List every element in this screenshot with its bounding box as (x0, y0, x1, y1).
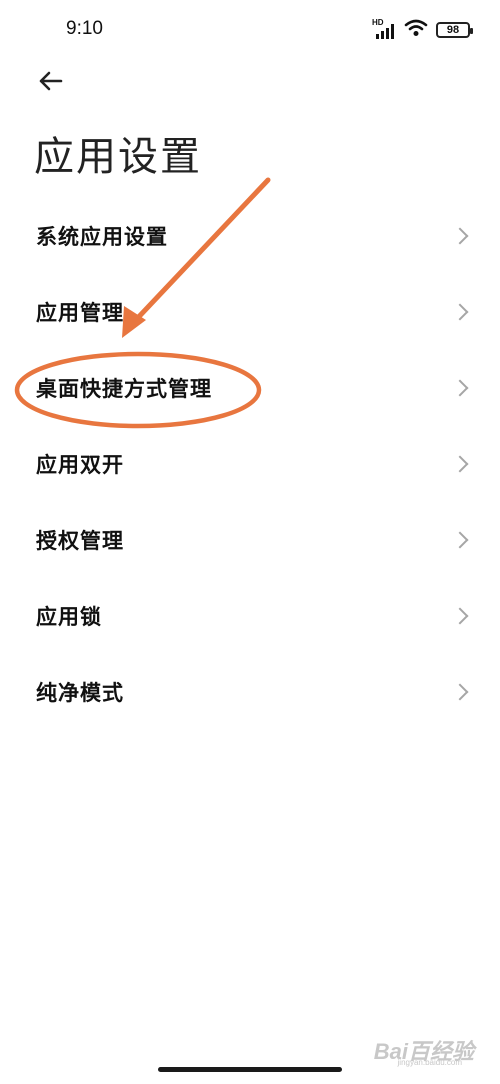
settings-item-label: 授权管理 (36, 529, 124, 553)
settings-item-app-lock[interactable]: 应用锁 (0, 578, 500, 654)
settings-item-app-management[interactable]: 应用管理 (0, 274, 500, 350)
battery-level: 98 (446, 23, 460, 36)
settings-item-desktop-shortcuts[interactable]: 桌面快捷方式管理 (0, 350, 500, 426)
watermark-subtext: jingyan.baidu.com (397, 1058, 462, 1067)
status-bar: 9:10 HD 98 (0, 0, 500, 60)
status-time: 9:10 (66, 18, 103, 39)
settings-item-label: 桌面快捷方式管理 (36, 377, 212, 401)
settings-item-label: 系统应用设置 (36, 225, 168, 249)
wifi-icon (404, 19, 428, 41)
chevron-right-icon (451, 531, 469, 549)
chevron-right-icon (451, 455, 469, 473)
settings-item-label: 应用锁 (36, 605, 102, 629)
status-icons: HD 98 (372, 18, 473, 42)
home-indicator[interactable] (158, 1067, 342, 1072)
settings-item-dual-apps[interactable]: 应用双开 (0, 426, 500, 502)
settings-item-system-apps[interactable]: 系统应用设置 (0, 198, 500, 274)
chevron-right-icon (451, 227, 469, 245)
hd-signal-icon: HD (372, 18, 396, 40)
chevron-right-icon (451, 683, 469, 701)
settings-list: 系统应用设置 应用管理 桌面快捷方式管理 应用双开 授权管理 应用锁 纯净模式 (0, 198, 500, 730)
network-label: HD (372, 18, 384, 27)
chevron-right-icon (451, 379, 469, 397)
back-arrow-icon (39, 71, 63, 91)
settings-item-pure-mode[interactable]: 纯净模式 (0, 654, 500, 730)
settings-item-label: 应用管理 (36, 301, 124, 325)
back-button[interactable] (34, 64, 68, 98)
chevron-right-icon (451, 303, 469, 321)
chevron-right-icon (451, 607, 469, 625)
battery-icon: 98 (436, 22, 473, 38)
page-title: 应用设置 (34, 134, 202, 180)
settings-item-label: 纯净模式 (36, 681, 124, 705)
settings-item-permissions[interactable]: 授权管理 (0, 502, 500, 578)
settings-item-label: 应用双开 (36, 453, 124, 477)
